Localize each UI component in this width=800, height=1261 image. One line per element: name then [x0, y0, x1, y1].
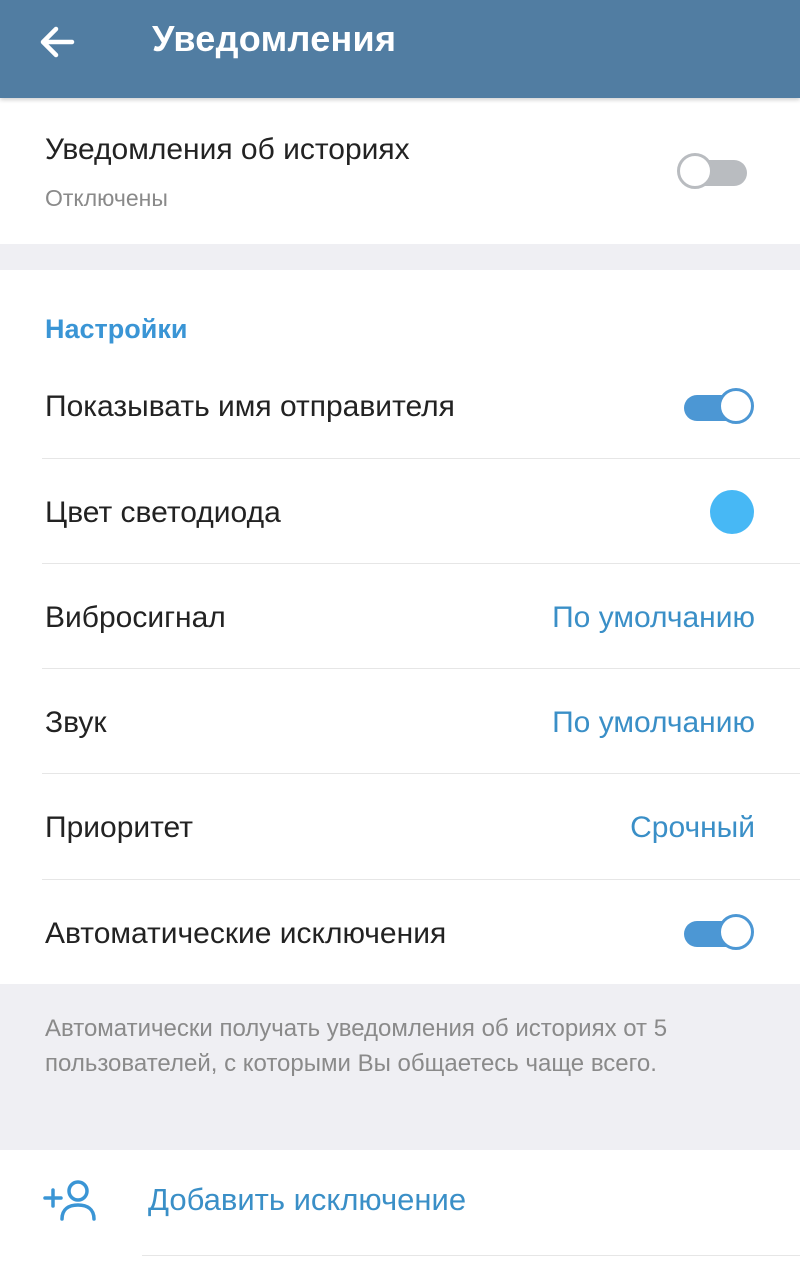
- stories-notifications-toggle[interactable]: [677, 151, 749, 195]
- arrow-back-icon: [40, 26, 75, 58]
- vibrate-value[interactable]: По умолчанию: [552, 601, 755, 635]
- led-color-swatch[interactable]: [710, 490, 754, 534]
- app-bar: Уведомления: [0, 0, 800, 98]
- sound-label: Звук: [45, 706, 107, 739]
- show-sender-label: Показывать имя отправителя: [45, 390, 455, 423]
- priority-label: Приоритет: [45, 811, 193, 844]
- page-title: Уведомления: [152, 18, 397, 59]
- section-separator: [0, 244, 800, 270]
- toggle-knob: [677, 153, 713, 189]
- settings-section-title: Настройки: [45, 314, 188, 344]
- sound-value[interactable]: По умолчанию: [552, 706, 755, 740]
- back-button[interactable]: [28, 14, 88, 70]
- show-sender-toggle[interactable]: [682, 386, 754, 430]
- stories-notifications-label: Уведомления об историях: [45, 133, 410, 166]
- auto-exceptions-label: Автоматические исключения: [45, 917, 447, 950]
- add-exception-label: Добавить исключение: [148, 1182, 467, 1217]
- info-note-text: Автоматически получать уведомления об ис…: [45, 1015, 668, 1077]
- led-color-label: Цвет светодиода: [45, 496, 281, 529]
- toggle-knob: [718, 914, 754, 950]
- toggle-knob: [718, 388, 754, 424]
- vibrate-label: Вибросигнал: [45, 601, 226, 634]
- stories-notifications-status: Отключены: [45, 185, 168, 211]
- divider: [142, 1255, 800, 1256]
- add-user-icon: [43, 1180, 96, 1221]
- priority-value[interactable]: Срочный: [630, 811, 755, 845]
- auto-exceptions-toggle[interactable]: [682, 912, 754, 956]
